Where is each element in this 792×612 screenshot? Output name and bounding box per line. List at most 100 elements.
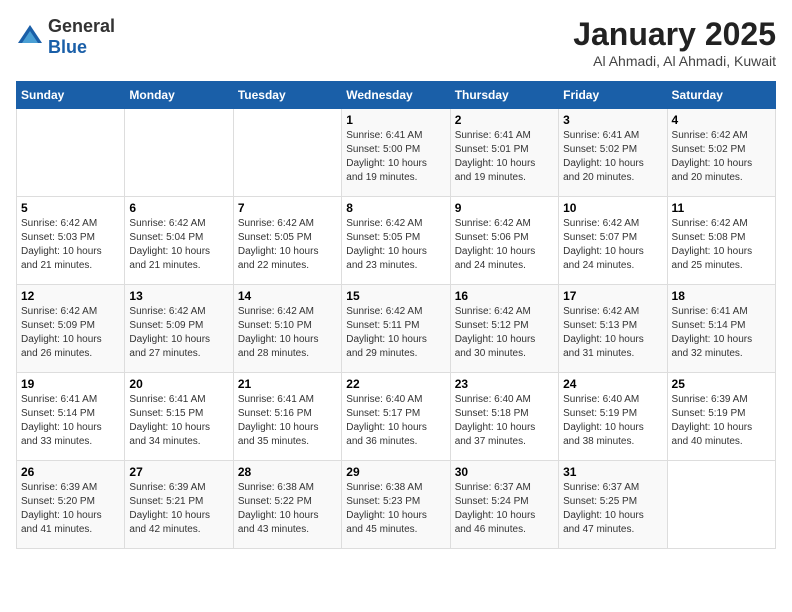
day-number: 8: [346, 201, 445, 215]
calendar-cell: 29Sunrise: 6:38 AM Sunset: 5:23 PM Dayli…: [342, 461, 450, 549]
week-row-1: 1 Sunrise: 6:41 AM Sunset: 5:00 PM Daylig…: [17, 109, 776, 197]
calendar-cell: 6 Sunrise: 6:42 AM Sunset: 5:04 PM Daylig…: [125, 197, 233, 285]
day-info: Sunrise: 6:42 AM Sunset: 5:02 PM Dayligh…: [672, 129, 771, 185]
day-info: Sunrise: 6:42 AM Sunset: 5:07 PM Dayligh…: [563, 217, 662, 273]
calendar-cell: 24 Sunrise: 6:40 AM Sunset: 5:19 PM Dayli…: [559, 373, 667, 461]
calendar-cell: 23Sunrise: 6:40 AM Sunset: 5:18 PM Dayli…: [450, 373, 558, 461]
calendar-cell: 4 Sunrise: 6:42 AM Sunset: 5:02 PM Daylig…: [667, 109, 775, 197]
calendar-cell: [17, 109, 125, 197]
day-info: Sunrise: 6:42 AM Sunset: 5:04 PM Dayligh…: [129, 217, 228, 273]
header-saturday: Saturday: [667, 82, 775, 109]
header-sunday: Sunday: [17, 82, 125, 109]
week-row-4: 19 Sunrise: 6:41 AM Sunset: 5:14 PM Dayli…: [17, 373, 776, 461]
day-number: 10: [563, 201, 662, 215]
day-number: 3: [563, 113, 662, 127]
logo-general: General: [48, 16, 115, 36]
title-block: January 2025 Al Ahmadi, Al Ahmadi, Kuwai…: [573, 16, 776, 69]
day-number: 30: [455, 465, 554, 479]
calendar-cell: 9Sunrise: 6:42 AM Sunset: 5:06 PM Daylig…: [450, 197, 558, 285]
day-number: 2: [455, 113, 554, 127]
calendar-cell: 26 Sunrise: 6:39 AM Sunset: 5:20 PM Dayli…: [17, 461, 125, 549]
calendar-cell: 12 Sunrise: 6:42 AM Sunset: 5:09 PM Dayli…: [17, 285, 125, 373]
header-wednesday: Wednesday: [342, 82, 450, 109]
logo: General Blue: [16, 16, 115, 58]
day-info: Sunrise: 6:42 AM Sunset: 5:05 PM Dayligh…: [238, 217, 337, 273]
day-number: 13: [129, 289, 228, 303]
day-number: 17: [563, 289, 662, 303]
calendar-cell: [667, 461, 775, 549]
calendar-cell: 19 Sunrise: 6:41 AM Sunset: 5:14 PM Dayli…: [17, 373, 125, 461]
day-info: Sunrise: 6:38 AM Sunset: 5:22 PM Dayligh…: [238, 481, 337, 537]
day-info: Sunrise: 6:37 AM Sunset: 5:25 PM Dayligh…: [563, 481, 662, 537]
day-number: 23: [455, 377, 554, 391]
week-row-3: 12 Sunrise: 6:42 AM Sunset: 5:09 PM Dayli…: [17, 285, 776, 373]
day-info: Sunrise: 6:41 AM Sunset: 5:01 PM Dayligh…: [455, 129, 554, 185]
calendar-cell: 18 Sunrise: 6:41 AM Sunset: 5:14 PM Dayli…: [667, 285, 775, 373]
day-number: 21: [238, 377, 337, 391]
day-info: Sunrise: 6:42 AM Sunset: 5:09 PM Dayligh…: [129, 305, 228, 361]
logo-blue: Blue: [48, 37, 87, 57]
day-info: Sunrise: 6:40 AM Sunset: 5:17 PM Dayligh…: [346, 393, 445, 449]
day-number: 11: [672, 201, 771, 215]
day-info: Sunrise: 6:41 AM Sunset: 5:15 PM Dayligh…: [129, 393, 228, 449]
day-number: 28: [238, 465, 337, 479]
calendar-cell: 28 Sunrise: 6:38 AM Sunset: 5:22 PM Dayli…: [233, 461, 341, 549]
calendar-cell: 16Sunrise: 6:42 AM Sunset: 5:12 PM Dayli…: [450, 285, 558, 373]
week-row-2: 5Sunrise: 6:42 AM Sunset: 5:03 PM Daylig…: [17, 197, 776, 285]
day-number: 27: [129, 465, 228, 479]
calendar-cell: [125, 109, 233, 197]
calendar-cell: 21 Sunrise: 6:41 AM Sunset: 5:16 PM Dayli…: [233, 373, 341, 461]
calendar-cell: 31 Sunrise: 6:37 AM Sunset: 5:25 PM Dayli…: [559, 461, 667, 549]
calendar-cell: 22 Sunrise: 6:40 AM Sunset: 5:17 PM Dayli…: [342, 373, 450, 461]
logo-text: General Blue: [48, 16, 115, 58]
day-info: Sunrise: 6:41 AM Sunset: 5:02 PM Dayligh…: [563, 129, 662, 185]
calendar-cell: 1 Sunrise: 6:41 AM Sunset: 5:00 PM Daylig…: [342, 109, 450, 197]
header-row: SundayMondayTuesdayWednesdayThursdayFrid…: [17, 82, 776, 109]
day-number: 31: [563, 465, 662, 479]
page-header: General Blue January 2025 Al Ahmadi, Al …: [16, 16, 776, 69]
week-row-5: 26 Sunrise: 6:39 AM Sunset: 5:20 PM Dayli…: [17, 461, 776, 549]
day-info: Sunrise: 6:42 AM Sunset: 5:12 PM Dayligh…: [455, 305, 554, 361]
day-info: Sunrise: 6:37 AM Sunset: 5:24 PM Dayligh…: [455, 481, 554, 537]
day-info: Sunrise: 6:38 AM Sunset: 5:23 PM Dayligh…: [346, 481, 445, 537]
calendar-cell: 14 Sunrise: 6:42 AM Sunset: 5:10 PM Dayli…: [233, 285, 341, 373]
day-info: Sunrise: 6:39 AM Sunset: 5:20 PM Dayligh…: [21, 481, 120, 537]
calendar-cell: [233, 109, 341, 197]
day-number: 12: [21, 289, 120, 303]
calendar-cell: 17 Sunrise: 6:42 AM Sunset: 5:13 PM Dayli…: [559, 285, 667, 373]
calendar-table: SundayMondayTuesdayWednesdayThursdayFrid…: [16, 81, 776, 549]
day-info: Sunrise: 6:42 AM Sunset: 5:09 PM Dayligh…: [21, 305, 120, 361]
calendar-title: January 2025: [573, 16, 776, 53]
day-info: Sunrise: 6:42 AM Sunset: 5:13 PM Dayligh…: [563, 305, 662, 361]
day-number: 1: [346, 113, 445, 127]
header-friday: Friday: [559, 82, 667, 109]
calendar-cell: 20Sunrise: 6:41 AM Sunset: 5:15 PM Dayli…: [125, 373, 233, 461]
day-number: 5: [21, 201, 120, 215]
day-info: Sunrise: 6:40 AM Sunset: 5:19 PM Dayligh…: [563, 393, 662, 449]
day-info: Sunrise: 6:41 AM Sunset: 5:00 PM Dayligh…: [346, 129, 445, 185]
day-info: Sunrise: 6:41 AM Sunset: 5:16 PM Dayligh…: [238, 393, 337, 449]
day-number: 26: [21, 465, 120, 479]
header-thursday: Thursday: [450, 82, 558, 109]
calendar-cell: 13 Sunrise: 6:42 AM Sunset: 5:09 PM Dayli…: [125, 285, 233, 373]
day-number: 6: [129, 201, 228, 215]
day-info: Sunrise: 6:39 AM Sunset: 5:19 PM Dayligh…: [672, 393, 771, 449]
calendar-subtitle: Al Ahmadi, Al Ahmadi, Kuwait: [573, 53, 776, 69]
day-info: Sunrise: 6:42 AM Sunset: 5:11 PM Dayligh…: [346, 305, 445, 361]
calendar-cell: 25Sunrise: 6:39 AM Sunset: 5:19 PM Dayli…: [667, 373, 775, 461]
day-info: Sunrise: 6:41 AM Sunset: 5:14 PM Dayligh…: [672, 305, 771, 361]
day-number: 4: [672, 113, 771, 127]
day-number: 22: [346, 377, 445, 391]
day-info: Sunrise: 6:42 AM Sunset: 5:06 PM Dayligh…: [455, 217, 554, 273]
day-number: 7: [238, 201, 337, 215]
day-number: 24: [563, 377, 662, 391]
day-number: 14: [238, 289, 337, 303]
calendar-cell: 7 Sunrise: 6:42 AM Sunset: 5:05 PM Daylig…: [233, 197, 341, 285]
calendar-cell: 2 Sunrise: 6:41 AM Sunset: 5:01 PM Daylig…: [450, 109, 558, 197]
logo-icon: [16, 23, 44, 51]
day-number: 19: [21, 377, 120, 391]
calendar-cell: 3 Sunrise: 6:41 AM Sunset: 5:02 PM Daylig…: [559, 109, 667, 197]
day-info: Sunrise: 6:41 AM Sunset: 5:14 PM Dayligh…: [21, 393, 120, 449]
day-number: 18: [672, 289, 771, 303]
day-info: Sunrise: 6:42 AM Sunset: 5:10 PM Dayligh…: [238, 305, 337, 361]
